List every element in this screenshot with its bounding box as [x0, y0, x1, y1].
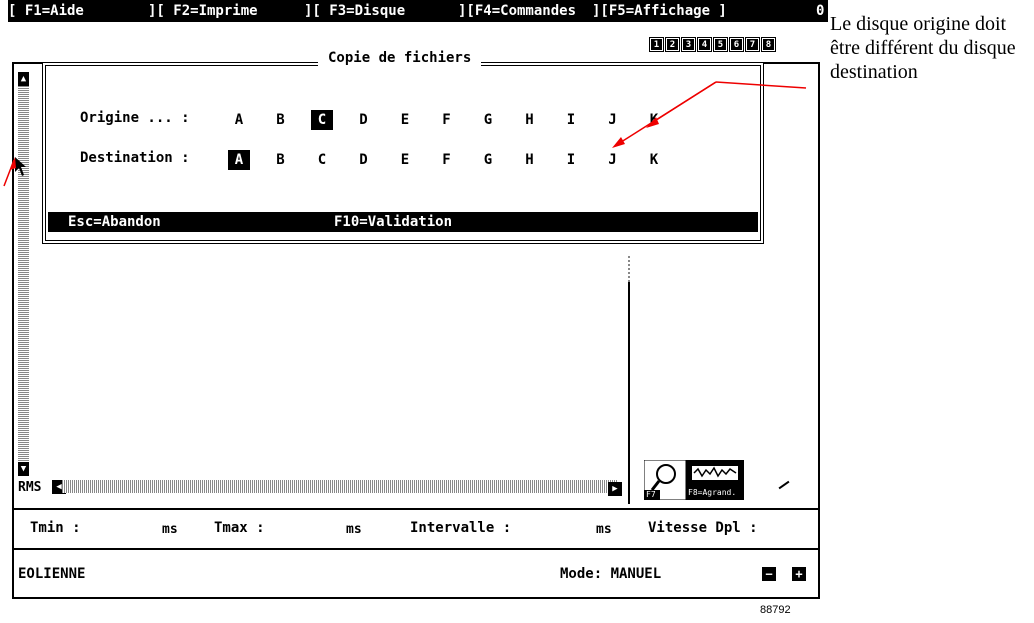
figure-number: 88792 [760, 604, 791, 616]
annotation-arrows [3, 81, 807, 187]
